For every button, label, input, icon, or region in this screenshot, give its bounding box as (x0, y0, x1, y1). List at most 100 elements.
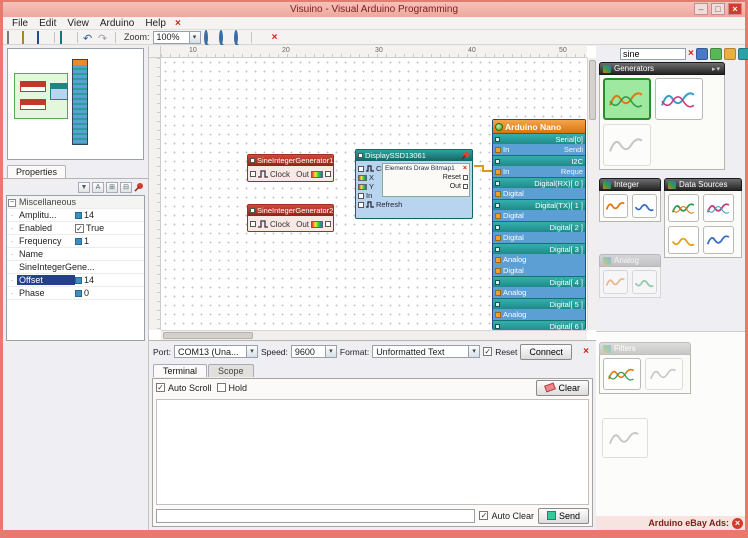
section-header[interactable]: Analog (599, 254, 661, 267)
nano-pin-row[interactable]: Digital (493, 188, 585, 199)
display-pin-refresh[interactable]: Refresh (358, 200, 402, 209)
tile-data-source-a[interactable] (668, 194, 699, 222)
undo-icon[interactable] (83, 32, 95, 43)
delete-icon[interactable] (269, 32, 281, 43)
nano-channel[interactable]: Digital(RX)[ 0 ] (493, 177, 585, 188)
nano-pin-row[interactable]: InSendi (493, 144, 585, 155)
menubar-close-icon[interactable] (172, 18, 184, 29)
reset-checkbox-group[interactable]: Reset (483, 347, 517, 357)
component-header[interactable]: SineIntegerGenerator2 (248, 205, 333, 216)
pin-square[interactable] (358, 202, 364, 208)
display-pin-y[interactable]: Y (358, 182, 374, 191)
input-pin[interactable] (495, 191, 501, 197)
nano-channel[interactable]: Digital[ 2 ] (493, 221, 585, 232)
connect-button[interactable]: Connect (520, 344, 572, 360)
maximize-icon[interactable]: □ (711, 3, 725, 15)
input-pin[interactable] (495, 290, 501, 296)
pin-square[interactable] (463, 175, 468, 180)
section-header[interactable]: Generators (599, 62, 725, 75)
project-overview-thumbnail[interactable] (7, 48, 144, 160)
tile-data-source-d[interactable] (703, 226, 734, 254)
tile-data-source-b[interactable] (703, 194, 734, 222)
tile-filter-b[interactable] (645, 358, 683, 390)
reset-checkbox[interactable] (483, 347, 492, 356)
element-close-icon[interactable] (463, 165, 467, 172)
toolbox-settings-icon[interactable] (738, 48, 748, 60)
input-pin[interactable] (495, 169, 501, 175)
pin-square[interactable] (358, 166, 364, 172)
expand-icons[interactable] (712, 65, 721, 73)
property-value[interactable]: 14 (84, 210, 94, 220)
port-combo[interactable]: COM13 (Una... (174, 345, 258, 358)
view-list-icon[interactable] (724, 48, 736, 60)
view-large-icons-icon[interactable] (696, 48, 708, 60)
save-project-icon[interactable] (37, 31, 39, 44)
nano-channel[interactable]: Digital[ 5 ] (493, 298, 585, 309)
component-header[interactable]: Arduino Nano (493, 120, 585, 133)
display-pin-in[interactable]: In (358, 191, 372, 200)
nano-channel[interactable]: Digital[ 4 ] (493, 276, 585, 287)
input-pin[interactable] (495, 257, 501, 263)
pin-square[interactable] (463, 184, 468, 189)
menu-view[interactable]: View (62, 18, 94, 29)
clear-search-icon[interactable] (688, 48, 694, 59)
property-row-offset[interactable]: · Offset 14 (7, 274, 144, 287)
redo-icon[interactable] (98, 32, 110, 43)
nano-channel[interactable]: Digital[ 3 ] (493, 243, 585, 254)
components-view-icon[interactable] (60, 31, 62, 44)
element-pin-reset[interactable]: Reset (383, 173, 469, 182)
zoom-in-icon[interactable] (204, 30, 208, 45)
design-canvas[interactable]: SineIntegerGenerator1 Clock Out (161, 58, 587, 330)
property-value[interactable]: 1 (84, 236, 89, 246)
component-sine-integer-generator-2[interactable]: SineIntegerGenerator2 Clock Out (247, 204, 334, 232)
expand-all-icon[interactable]: ⊟ (120, 182, 132, 193)
input-pin[interactable] (495, 312, 501, 318)
out-pin[interactable] (325, 221, 331, 227)
menu-edit[interactable]: Edit (34, 18, 61, 29)
checkbox-checked-icon[interactable] (75, 224, 84, 233)
property-value[interactable]: True (86, 223, 104, 233)
collapse-icon[interactable] (8, 199, 16, 207)
pushpin-icon[interactable] (461, 151, 470, 160)
tile-integer-b[interactable] (632, 194, 657, 218)
tab-scope[interactable]: Scope (208, 364, 254, 377)
section-header[interactable]: Integer (599, 178, 661, 191)
close-icon[interactable]: × (728, 3, 742, 15)
filter-icon[interactable]: ▼ (78, 182, 90, 193)
section-header[interactable]: Data Sources (664, 178, 742, 191)
minimize-icon[interactable]: – (694, 3, 708, 15)
element-pin-out[interactable]: Out (383, 182, 469, 191)
nano-channel[interactable]: Digital[ 6 ] (493, 320, 585, 330)
tab-properties[interactable]: Properties (7, 165, 66, 178)
clear-button[interactable]: Clear (536, 380, 589, 396)
nano-pin-row[interactable]: Analog (493, 287, 585, 298)
auto-scroll-checkbox[interactable] (156, 383, 165, 392)
section-header[interactable]: Filters (599, 342, 691, 355)
nano-pin-row[interactable]: Digital (493, 210, 585, 221)
tile-analog-a[interactable] (603, 270, 628, 294)
pushpin-icon[interactable] (134, 182, 144, 192)
categorized-view-icon[interactable]: ⊞ (106, 182, 118, 193)
nano-pin-row-i2c-in[interactable]: InReque (493, 166, 585, 177)
clock-input-pin[interactable] (250, 171, 256, 177)
property-row-enabled[interactable]: · Enabled True (7, 222, 144, 235)
tile-analog-b[interactable] (632, 270, 657, 294)
menu-file[interactable]: File (7, 18, 33, 29)
nano-pin-row[interactable]: Digital (493, 265, 585, 276)
ads-close-icon[interactable] (732, 518, 743, 529)
send-input[interactable] (156, 509, 475, 523)
nano-pin-row[interactable]: Analog (493, 254, 585, 265)
nano-channel[interactable]: Digital(TX)[ 1 ] (493, 199, 585, 210)
component-sine-integer-generator-1[interactable]: SineIntegerGenerator1 Clock Out (247, 154, 334, 182)
tile-sine-integer-generator[interactable] (603, 78, 651, 120)
input-pin[interactable] (495, 268, 501, 274)
nano-pin-row[interactable]: Digital (493, 232, 585, 243)
zoom-combo[interactable]: 100% (153, 31, 201, 44)
component-header[interactable]: SineIntegerGenerator1 (248, 155, 333, 166)
input-pin[interactable] (495, 213, 501, 219)
property-category-row[interactable]: Miscellaneous (7, 196, 144, 209)
property-row-amplitude[interactable]: · Amplitu... 14 (7, 209, 144, 222)
property-value[interactable]: 0 (84, 288, 89, 298)
sort-az-icon[interactable]: A (92, 182, 104, 193)
view-details-icon[interactable] (710, 48, 722, 60)
